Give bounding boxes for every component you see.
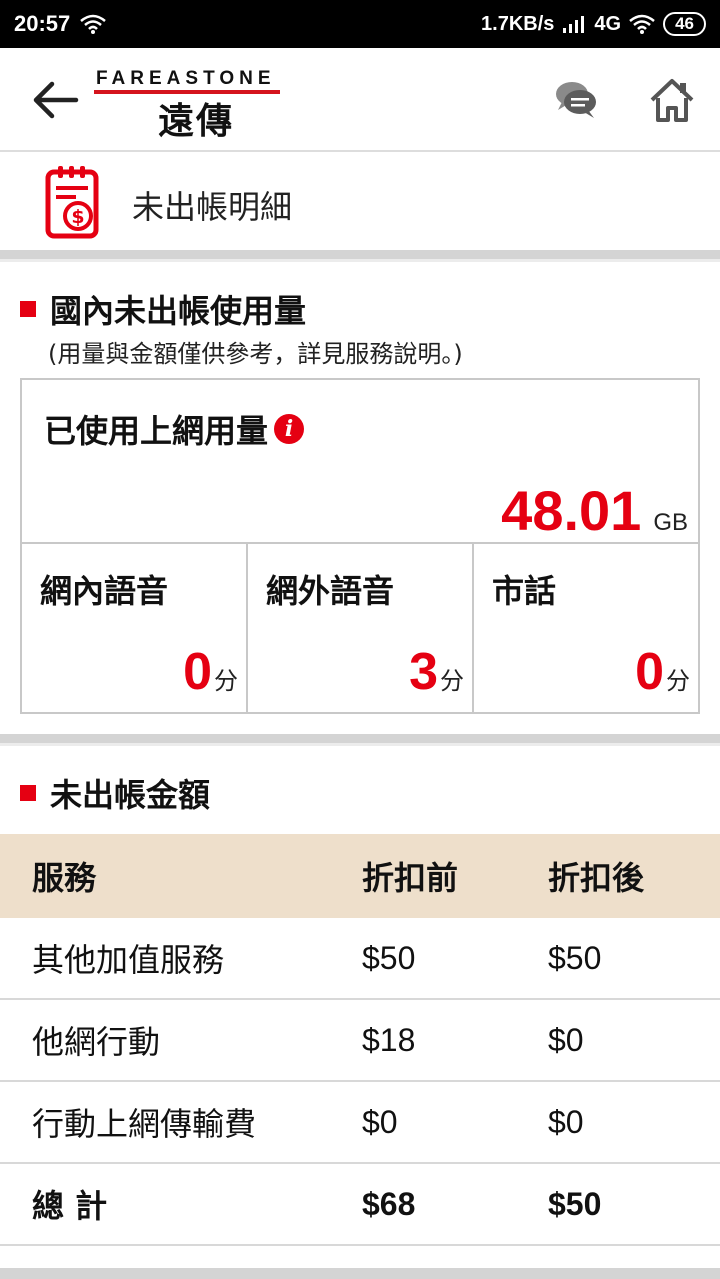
billing-section-title-text: 未出帳金額 — [50, 776, 211, 814]
voice-cell-offnet: 網外語音 3 分 — [248, 544, 474, 712]
row-service: 他網行動 — [32, 1023, 161, 1061]
column-header-after: 折扣後 — [548, 859, 645, 897]
billing-section-title: 未出帳金額 — [20, 770, 210, 816]
voice-unit: 分 — [666, 667, 690, 695]
table-row: 其他加值服務 $50 $50 — [0, 918, 720, 1000]
total-before: $68 — [362, 1185, 416, 1222]
row-before: $50 — [362, 939, 416, 976]
voice-value: 0 分 — [635, 642, 690, 702]
voice-number: 3 — [409, 643, 438, 701]
billing-table: 服務 折扣前 折扣後 其他加值服務 $50 $50 他網行動 $18 $0 行動… — [0, 834, 720, 1246]
data-usage-label: 已使用上網用量 — [44, 412, 269, 450]
signal-icon — [563, 16, 585, 33]
chat-icon[interactable] — [552, 78, 600, 122]
voice-label: 網外語音 — [266, 572, 395, 610]
row-before: $0 — [362, 1103, 398, 1140]
page-title-row: $ 未出帳明細 — [0, 152, 720, 250]
row-service: 其他加值服務 — [32, 941, 225, 979]
section-divider — [0, 250, 720, 262]
data-usage-unit: GB — [653, 509, 688, 536]
voice-label: 市話 — [492, 572, 557, 610]
wifi-icon — [629, 14, 655, 34]
voice-cell-onnet: 網內語音 0 分 — [22, 544, 248, 712]
page-title: 未出帳明細 — [132, 188, 293, 226]
bill-icon: $ — [45, 166, 99, 239]
data-usage-number: 48.01 — [501, 479, 642, 542]
total-after: $50 — [548, 1185, 602, 1222]
status-time: 20:57 — [14, 11, 71, 36]
row-after: $0 — [548, 1021, 584, 1058]
data-usage-label-row: 已使用上網用量 i — [44, 406, 305, 452]
app-header: FAREASTONE 遠傳 — [0, 48, 720, 152]
usage-section-title: 國內未出帳使用量 — [20, 286, 306, 332]
home-icon[interactable] — [648, 76, 696, 124]
section-marker — [20, 301, 36, 317]
voice-unit: 分 — [440, 667, 464, 695]
data-usage-value: 48.01 GB — [501, 478, 688, 543]
battery-icon: 46 — [663, 12, 706, 36]
status-bar: 20:57 1.7KB/s 4G 46 — [0, 0, 720, 48]
status-speed: 1.7KB/s — [481, 12, 555, 35]
voice-label: 網內語音 — [40, 572, 169, 610]
logo-zh: 遠傳 — [158, 100, 235, 142]
wifi-icon — [80, 14, 107, 34]
table-header: 服務 折扣前 折扣後 — [0, 834, 720, 918]
section-divider — [0, 1268, 720, 1279]
section-divider — [0, 734, 720, 746]
row-before: $18 — [362, 1021, 416, 1058]
voice-usage-row: 網內語音 0 分 網外語音 3 分 市話 0 分 — [22, 544, 698, 712]
column-header-service: 服務 — [32, 859, 97, 897]
row-after: $50 — [548, 939, 602, 976]
usage-box: 已使用上網用量 i 48.01 GB 網內語音 0 分 網外語音 3 分 市話 … — [20, 378, 700, 714]
back-arrow-icon[interactable] — [28, 72, 84, 128]
voice-unit: 分 — [214, 667, 238, 695]
voice-value: 0 分 — [183, 642, 238, 702]
row-service: 行動上網傳輸費 — [32, 1105, 257, 1143]
section-marker — [20, 785, 36, 801]
usage-section-title-text: 國內未出帳使用量 — [50, 292, 307, 330]
data-usage-cell: 已使用上網用量 i 48.01 GB — [22, 380, 698, 544]
fareastone-logo: FAREASTONE 遠傳 — [94, 68, 284, 142]
info-icon[interactable]: i — [274, 414, 305, 444]
voice-value: 3 分 — [409, 642, 464, 702]
table-row: 行動上網傳輸費 $0 $0 — [0, 1082, 720, 1164]
voice-number: 0 — [635, 643, 664, 701]
status-network: 4G — [594, 12, 622, 35]
table-row: 他網行動 $18 $0 — [0, 1000, 720, 1082]
row-after: $0 — [548, 1103, 584, 1140]
voice-number: 0 — [183, 643, 212, 701]
table-total-row: 總 計 $68 $50 — [0, 1164, 720, 1246]
svg-text:$: $ — [71, 206, 84, 228]
total-label: 總 計 — [32, 1187, 108, 1225]
logo-text: FAREASTONE — [96, 68, 276, 89]
voice-cell-landline: 市話 0 分 — [474, 544, 698, 712]
usage-note: (用量與金額僅供參考，詳見服務說明。) — [48, 340, 463, 368]
column-header-before: 折扣前 — [362, 859, 459, 897]
